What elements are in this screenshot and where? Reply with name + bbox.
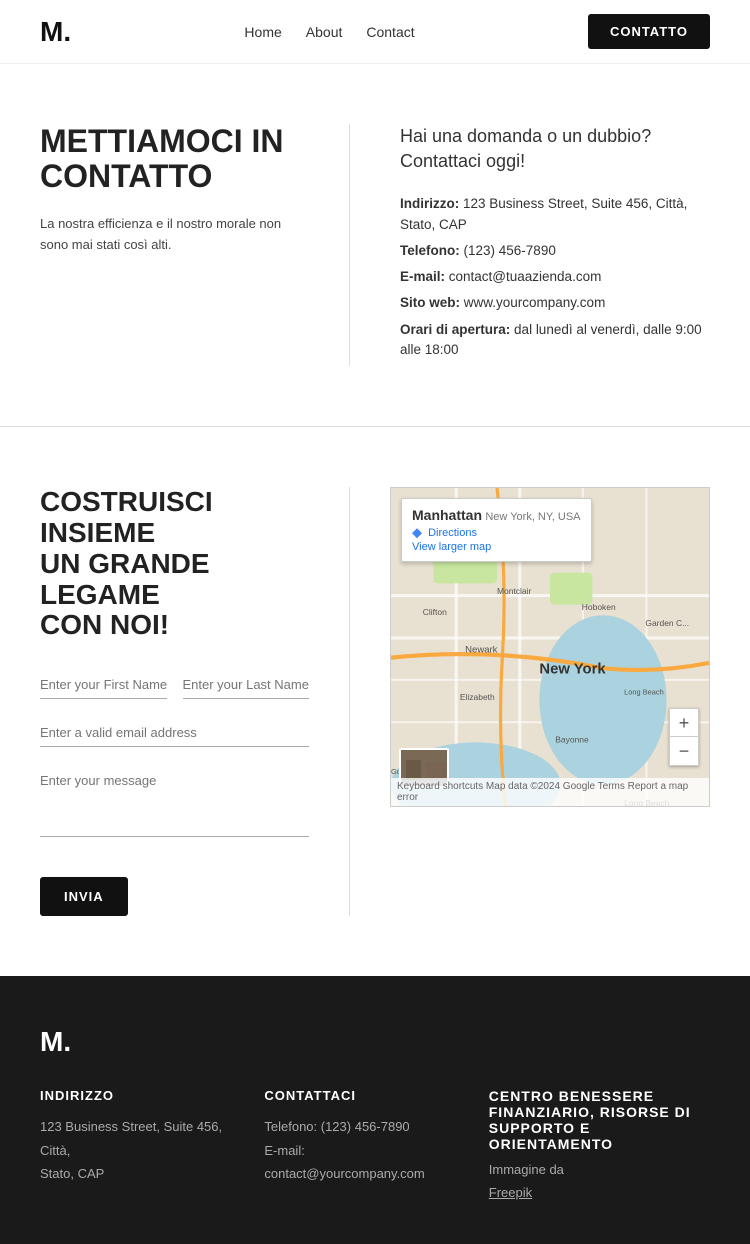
section1-right: Hai una domanda o un dubbio? Contattaci … <box>390 124 710 366</box>
zoom-out-button[interactable]: − <box>670 737 698 765</box>
footer-columns: INDIRIZZO 123 Business Street, Suite 456… <box>40 1088 710 1204</box>
map-location-name: Manhattan <box>412 507 482 523</box>
footer-credit-text: Immagine da Freepik <box>489 1160 710 1204</box>
map-sublocation: New York, NY, USA <box>485 511 580 523</box>
submit-button[interactable]: INVIA <box>40 877 128 916</box>
contact-heading: Hai una domanda o un dubbio? Contattaci … <box>400 124 710 174</box>
header: M. Home About Contact CONTATTO <box>0 0 750 64</box>
form-area: COSTRUISCI INSIEME UN GRANDE LEGAME CON … <box>40 487 350 916</box>
nav-contact[interactable]: Contact <box>366 24 414 40</box>
email-detail: E-mail: contact@tuaazienda.com <box>400 267 710 287</box>
website-detail: Sito web: www.yourcompany.com <box>400 293 710 313</box>
address-detail: Indirizzo: 123 Business Street, Suite 45… <box>400 194 710 235</box>
svg-text:Newark: Newark <box>465 644 497 655</box>
first-name-input[interactable] <box>40 671 167 699</box>
name-row <box>40 671 309 699</box>
footer-phone: Telefono: (123) 456-7890 <box>264 1115 448 1138</box>
form-title: COSTRUISCI INSIEME UN GRANDE LEGAME CON … <box>40 487 309 641</box>
map-footer: Keyboard shortcuts Map data ©2024 Google… <box>391 778 709 806</box>
logo: M. <box>40 18 71 46</box>
footer-credit-heading: Centro benessere finanziario, risorse di… <box>489 1088 710 1152</box>
svg-text:Garden C...: Garden C... <box>645 618 689 628</box>
svg-text:New York: New York <box>539 662 606 678</box>
footer-address-line1: 123 Business Street, Suite 456, Città, <box>40 1115 224 1162</box>
zoom-in-button[interactable]: + <box>670 709 698 737</box>
view-larger-link[interactable]: View larger map <box>412 541 581 553</box>
message-textarea[interactable] <box>40 767 309 837</box>
footer-address-heading: INDIRIZZO <box>40 1088 224 1103</box>
hours-detail: Orari di apertura: dal lunedì al venerdì… <box>400 320 710 361</box>
main-title: METTIAMOCI IN CONTATTO <box>40 124 309 194</box>
map-tooltip: Manhattan New York, NY, USA Directions V… <box>401 498 592 562</box>
svg-text:Hoboken: Hoboken <box>582 602 616 612</box>
email-input[interactable] <box>40 719 309 747</box>
footer-credit-col: Centro benessere finanziario, risorse di… <box>489 1088 710 1204</box>
footer-logo: M. <box>40 1026 710 1058</box>
form-map-section: COSTRUISCI INSIEME UN GRANDE LEGAME CON … <box>0 427 750 976</box>
footer-address-col: INDIRIZZO 123 Business Street, Suite 456… <box>40 1088 224 1204</box>
last-name-group <box>183 671 310 699</box>
nav-about[interactable]: About <box>306 24 343 40</box>
subtitle-text: La nostra efficienza e il nostro morale … <box>40 214 309 256</box>
contact-info-section: METTIAMOCI IN CONTATTO La nostra efficie… <box>0 64 750 427</box>
map-container[interactable]: New York Newark Clifton Montclair Elizab… <box>390 487 710 807</box>
footer-address-line2: Stato, CAP <box>40 1162 224 1185</box>
svg-text:Montclair: Montclair <box>497 586 532 596</box>
svg-text:Bayonne: Bayonne <box>555 735 589 745</box>
cta-button[interactable]: CONTATTO <box>588 14 710 49</box>
svg-text:Clifton: Clifton <box>423 607 447 617</box>
map-zoom-controls: + − <box>669 708 699 766</box>
email-group <box>40 719 309 747</box>
footer-contact-heading: CONTATTACI <box>264 1088 448 1103</box>
section1-left: METTIAMOCI IN CONTATTO La nostra efficie… <box>40 124 350 366</box>
svg-text:Elizabeth: Elizabeth <box>460 692 495 702</box>
directions-link[interactable]: Directions <box>412 527 581 539</box>
message-group <box>40 767 309 837</box>
footer-contact-col: CONTATTACI Telefono: (123) 456-7890 E-ma… <box>264 1088 448 1204</box>
nav-home[interactable]: Home <box>244 24 281 40</box>
svg-text:Long Beach: Long Beach <box>624 688 664 697</box>
footer: M. INDIRIZZO 123 Business Street, Suite … <box>0 976 750 1244</box>
first-name-group <box>40 671 167 699</box>
footer-email: E-mail: contact@yourcompany.com <box>264 1139 448 1186</box>
freepik-link[interactable]: Freepik <box>489 1181 710 1204</box>
map-area: New York Newark Clifton Montclair Elizab… <box>390 487 710 916</box>
phone-detail: Telefono: (123) 456-7890 <box>400 241 710 261</box>
navigation: Home About Contact <box>244 24 414 40</box>
last-name-input[interactable] <box>183 671 310 699</box>
